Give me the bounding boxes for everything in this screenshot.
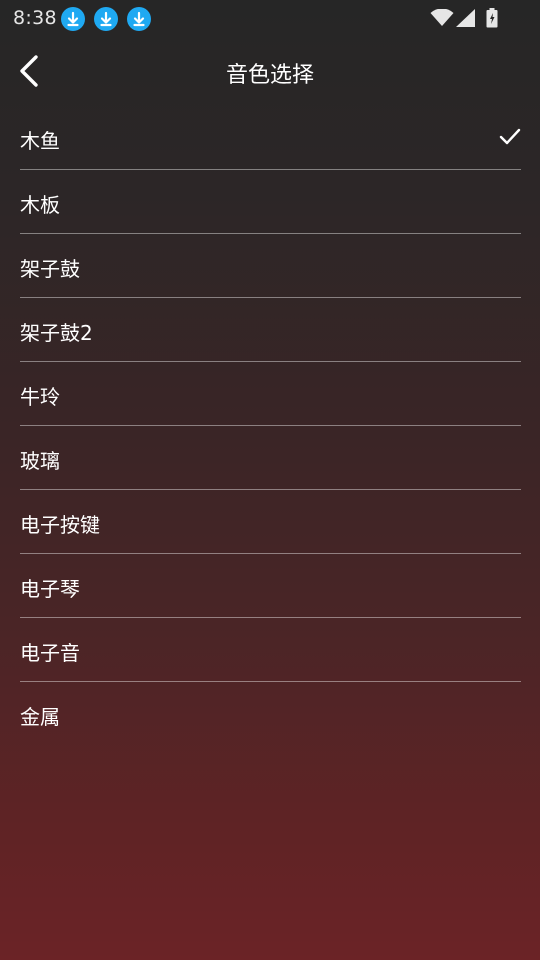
- download-icon: [61, 7, 85, 31]
- list-item[interactable]: 电子音: [20, 618, 521, 682]
- list-item-label: 金属: [20, 705, 60, 729]
- page-title: 音色选择: [225, 63, 314, 88]
- signal-icon: [456, 9, 475, 27]
- list-item-label: 架子鼓2: [20, 321, 93, 345]
- battery-icon: [486, 8, 498, 28]
- list-item-label: 木鱼: [20, 129, 60, 153]
- list-item-label: 电子琴: [20, 577, 80, 601]
- list-item-label: 玻璃: [20, 449, 60, 473]
- wifi-icon: [430, 9, 454, 26]
- list-item[interactable]: 玻璃: [20, 426, 521, 490]
- list-item[interactable]: 木板: [20, 170, 521, 234]
- list-item[interactable]: 架子鼓2: [20, 298, 521, 362]
- list-item-label: 电子按键: [20, 513, 100, 537]
- check-icon: [499, 128, 521, 145]
- list-item[interactable]: 金属: [20, 682, 521, 745]
- sound-list: 木鱼 木板 架子鼓 架子鼓2 牛玲 玻璃 电子按键 电子琴 电子音 金属: [0, 106, 540, 745]
- list-item-label: 电子音: [20, 641, 80, 665]
- status-bar: 8:38: [0, 0, 540, 36]
- list-item-label: 木板: [20, 193, 60, 217]
- app-bar: 音色选择: [0, 36, 540, 108]
- list-item-label: 架子鼓: [20, 257, 80, 281]
- list-item[interactable]: 电子琴: [20, 554, 521, 618]
- download-icon: [94, 7, 118, 31]
- list-item-label: 牛玲: [20, 385, 60, 409]
- list-item[interactable]: 牛玲: [20, 362, 521, 426]
- status-time: 8:38: [13, 7, 57, 29]
- list-item[interactable]: 木鱼: [20, 106, 521, 170]
- download-icon: [127, 7, 151, 31]
- list-item[interactable]: 电子按键: [20, 490, 521, 554]
- list-item[interactable]: 架子鼓: [20, 234, 521, 298]
